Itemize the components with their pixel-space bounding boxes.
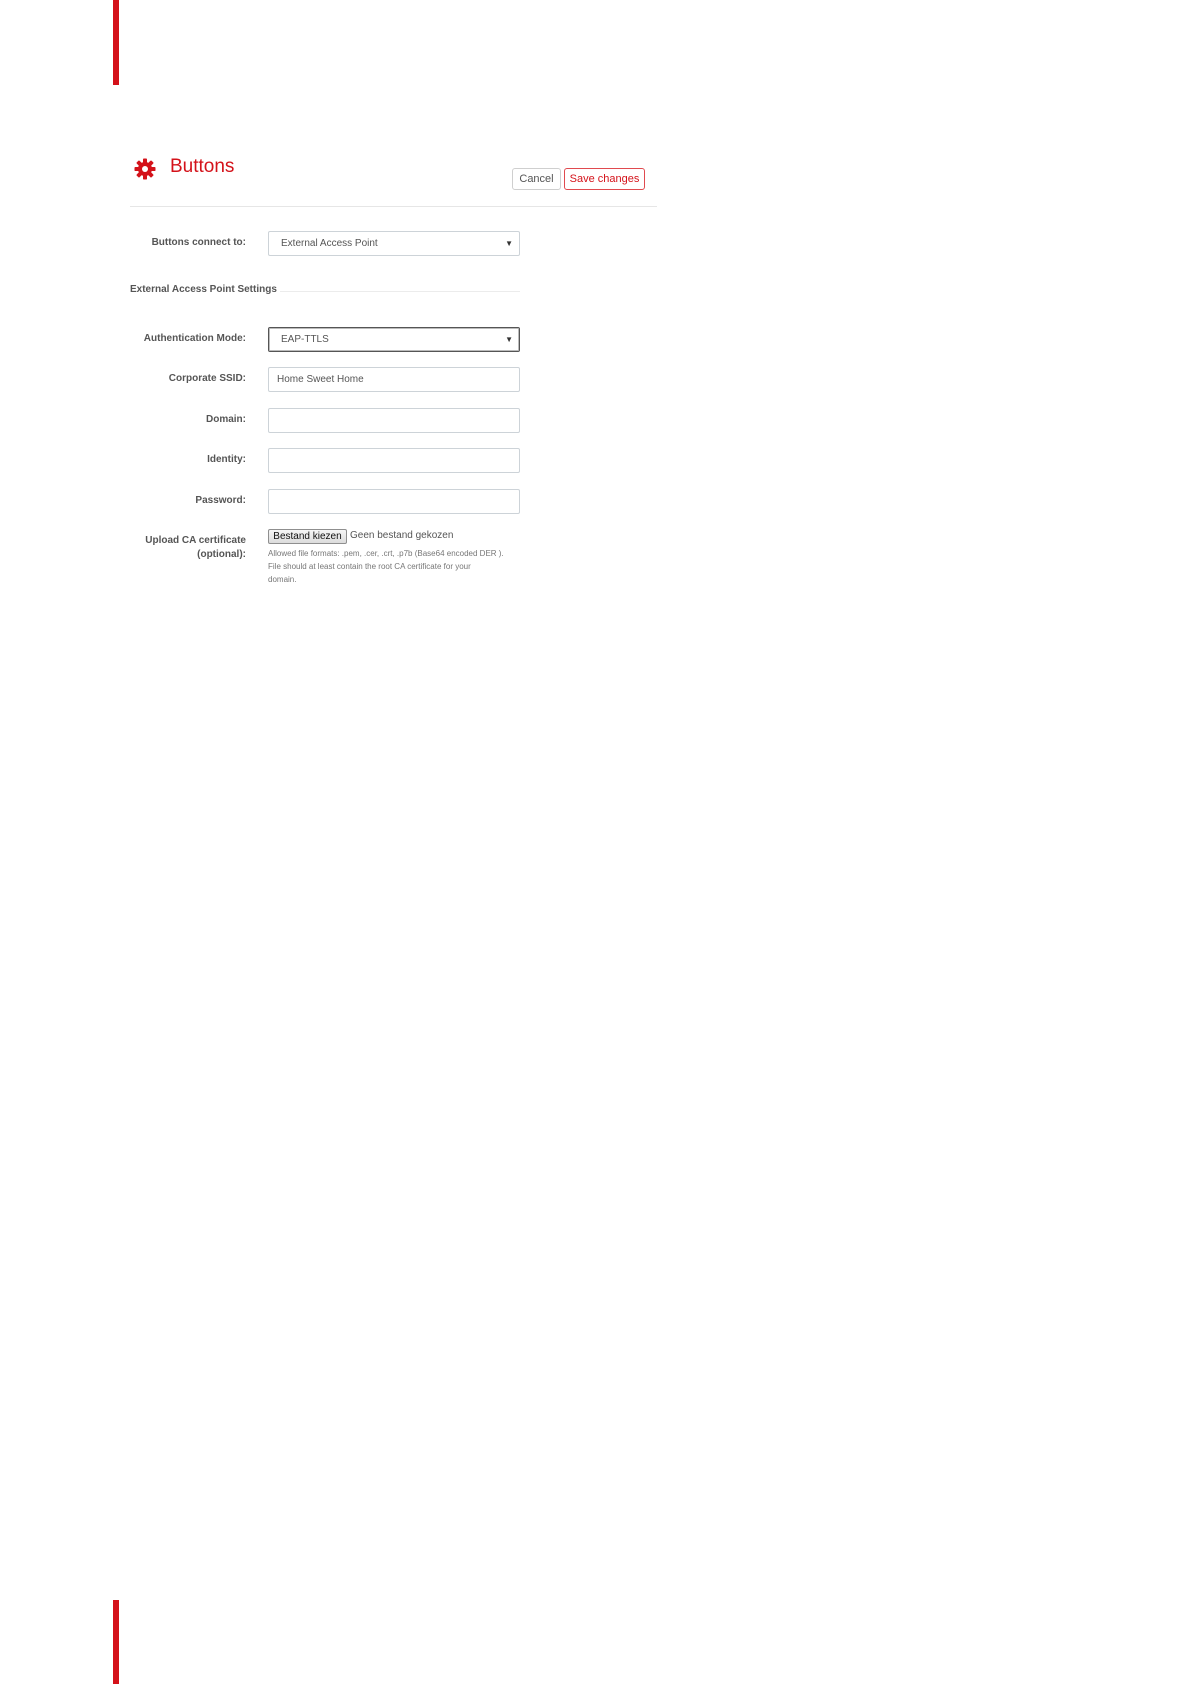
file-status-text: Geen bestand gekozen xyxy=(350,530,454,541)
buttons-connect-select[interactable]: External Access Point ▼ xyxy=(268,231,520,256)
upload-label-line-2: (optional): xyxy=(197,549,246,560)
chevron-down-icon: ▼ xyxy=(505,239,513,248)
gear-icon xyxy=(134,158,156,180)
identity-label: Identity: xyxy=(207,454,246,465)
upload-label-line-1: Upload CA certificate xyxy=(145,535,246,546)
section-divider xyxy=(280,291,520,292)
password-field[interactable] xyxy=(268,489,520,514)
authentication-mode-value: EAP-TTLS xyxy=(281,334,329,345)
upload-ca-certificate-label: Upload CA certificate (optional): xyxy=(126,534,246,562)
page-title: Buttons xyxy=(170,156,235,177)
page-margin-bar-top xyxy=(113,0,119,85)
authentication-mode-select[interactable]: EAP-TTLS ▼ xyxy=(268,327,520,352)
choose-file-button[interactable]: Bestand kiezen xyxy=(268,529,347,544)
help-line-3: domain. xyxy=(268,575,297,584)
corporate-ssid-field[interactable]: Home Sweet Home xyxy=(268,367,520,392)
upload-help-text: Allowed file formats: .pem, .cer, .crt, … xyxy=(268,547,528,586)
help-line-1: Allowed file formats: .pem, .cer, .crt, … xyxy=(268,549,504,558)
identity-field[interactable] xyxy=(268,448,520,473)
authentication-mode-label: Authentication Mode: xyxy=(143,333,246,344)
page-margin-bar-bottom xyxy=(113,1600,119,1684)
buttons-connect-value: External Access Point xyxy=(281,238,378,249)
save-changes-button[interactable]: Save changes xyxy=(564,168,645,190)
chevron-down-icon: ▼ xyxy=(505,335,513,344)
corporate-ssid-label: Corporate SSID: xyxy=(168,373,246,384)
cancel-button[interactable]: Cancel xyxy=(512,168,561,190)
buttons-connect-label: Buttons connect to: xyxy=(151,237,246,248)
help-line-2: File should at least contain the root CA… xyxy=(268,562,471,571)
domain-field[interactable] xyxy=(268,408,520,433)
domain-label: Domain: xyxy=(206,414,246,425)
section-title: External Access Point Settings xyxy=(130,284,277,295)
header-divider xyxy=(130,206,657,207)
password-label: Password: xyxy=(195,495,246,506)
